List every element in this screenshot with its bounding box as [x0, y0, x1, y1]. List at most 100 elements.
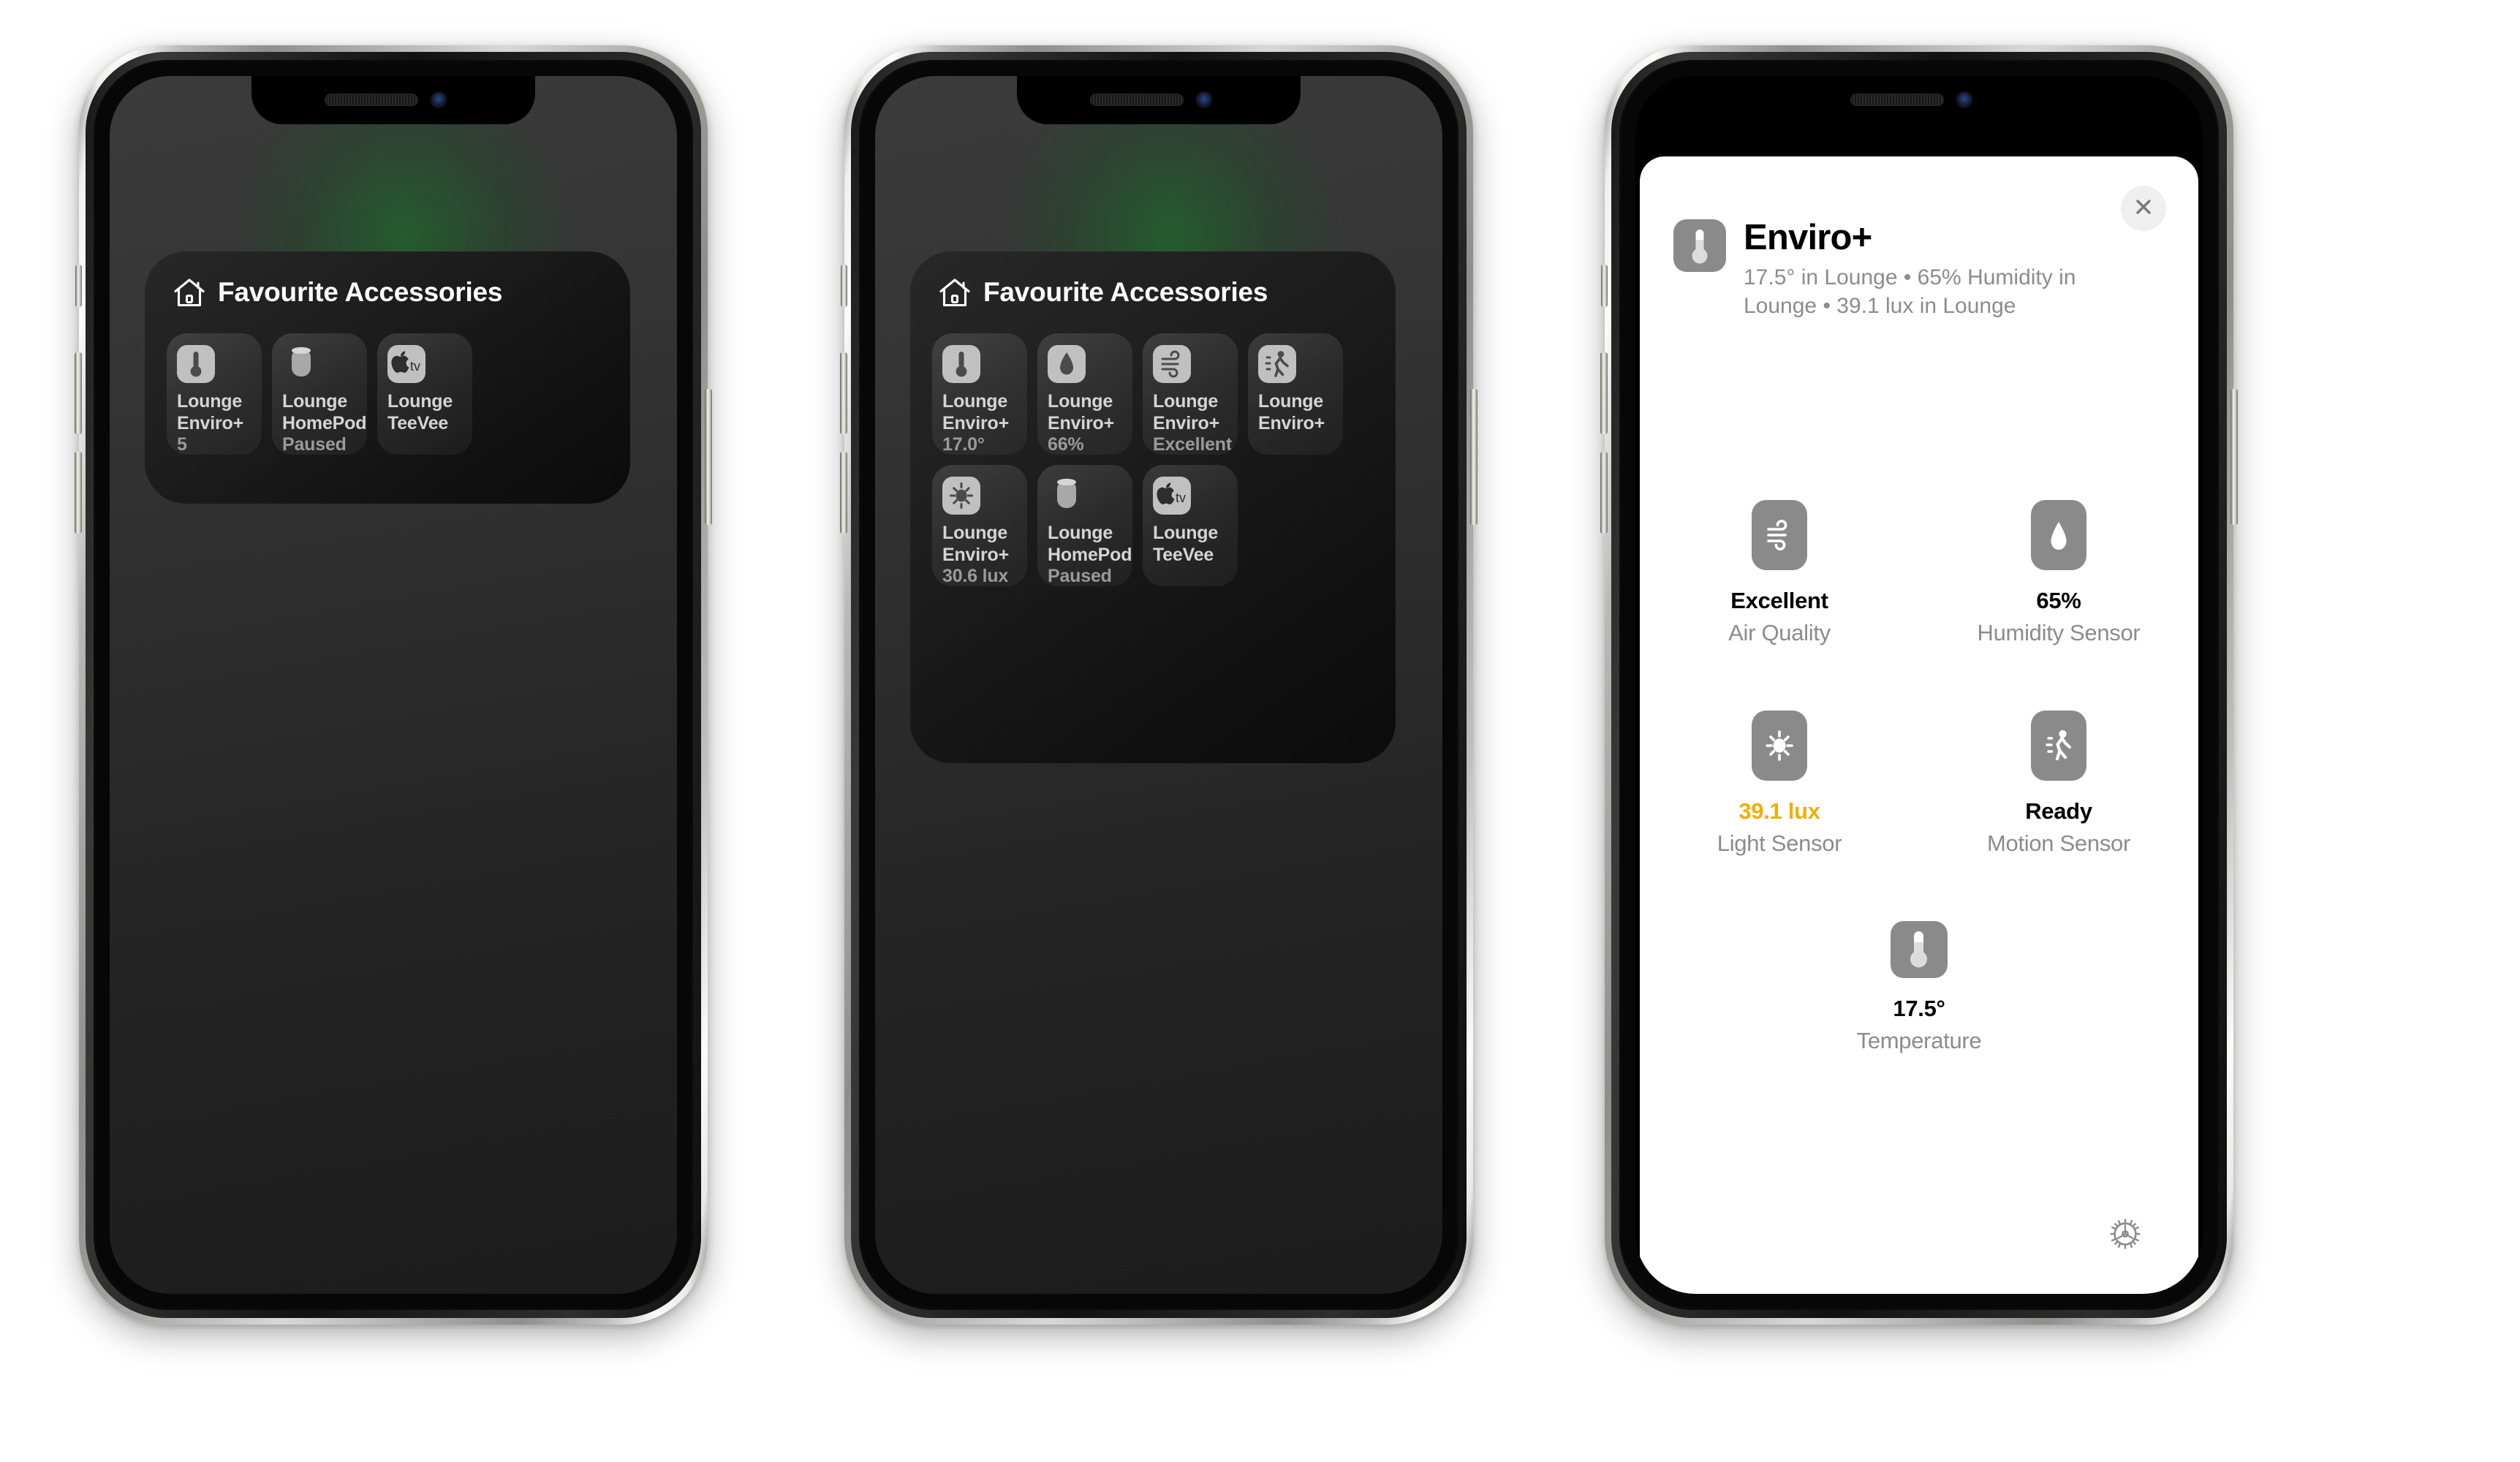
humidity-icon — [1048, 345, 1086, 383]
favourite-accessories-widget[interactable]: Favourite Accessories Lounge Enviro+ 5 L… — [145, 251, 630, 504]
svg-text:tv: tv — [410, 359, 420, 374]
accessory-tile[interactable]: Lounge Enviro+ Excellent — [1143, 333, 1238, 455]
accessory-tile-text: Lounge Enviro+ 5 Sensors — [177, 391, 251, 455]
sensor-value: 39.1 lux — [1738, 798, 1820, 824]
gear-icon — [2106, 1219, 2144, 1256]
power-button[interactable] — [1470, 389, 1477, 525]
settings-button[interactable] — [2106, 1215, 2144, 1253]
sensor-label: Light Sensor — [1717, 830, 1842, 856]
light-icon — [1752, 711, 1807, 781]
motion-icon — [2031, 711, 2086, 781]
front-camera-icon — [1195, 91, 1213, 108]
accessory-tile[interactable]: Lounge Enviro+ 5 Sensors — [167, 333, 262, 455]
accessory-tile-text: Lounge HomePod Paused — [1048, 523, 1132, 586]
power-button[interactable] — [2230, 389, 2238, 525]
motion-icon — [1258, 345, 1296, 383]
accessory-tile[interactable]: Lounge Enviro+ 17.0° — [932, 333, 1027, 455]
volume-down-button[interactable] — [1600, 452, 1608, 534]
volume-up-button[interactable] — [1600, 352, 1608, 434]
sensor-tile-motion[interactable]: Ready Motion Sensor — [1919, 711, 2198, 857]
accessory-tile[interactable]: Lounge HomePod Paused — [1037, 465, 1132, 586]
accessory-tile[interactable]: tv Lounge TeeVee — [1143, 465, 1238, 586]
accessory-name: Lounge Enviro+ — [177, 391, 243, 433]
humidity-icon — [2031, 500, 2086, 570]
accessory-name: Lounge Enviro+ — [942, 523, 1009, 565]
thermometer-icon — [1673, 219, 1726, 272]
accessory-tile-text: Lounge Enviro+ — [1258, 391, 1333, 434]
volume-up-button[interactable] — [75, 352, 82, 434]
accessory-tile-text: Lounge TeeVee — [1153, 523, 1227, 566]
sensor-tile-temperature[interactable]: 17.5° Temperature — [1640, 921, 2198, 1054]
accessory-name: Lounge HomePod — [282, 391, 367, 433]
mute-switch[interactable] — [75, 265, 82, 307]
accessory-state: Paused — [282, 434, 347, 455]
sensor-value: 65% — [2036, 588, 2081, 613]
accessory-name: Lounge Enviro+ — [942, 391, 1009, 433]
earpiece-speaker-icon — [1850, 94, 1944, 106]
accessory-tile-text: Lounge Enviro+ 30.6 lux — [942, 523, 1017, 586]
accessory-header: Enviro+ 17.5° in Lounge • 65% Humidity i… — [1640, 156, 2198, 320]
accessory-detail-sheet: Enviro+ 17.5° in Lounge • 65% Humidity i… — [1640, 156, 2198, 1294]
earpiece-speaker-icon — [325, 94, 418, 106]
front-camera-icon — [1956, 91, 1973, 108]
thermometer-icon — [942, 345, 980, 383]
thermometer-icon — [177, 345, 215, 383]
sensor-label: Motion Sensor — [1987, 830, 2130, 856]
phone-large-widget: Favourite Accessories Lounge Enviro+ 17.… — [840, 45, 1477, 1325]
accessory-name: Lounge TeeVee — [1153, 523, 1219, 565]
display-notch — [1777, 76, 2061, 124]
sensor-value: Ready — [2025, 798, 2092, 824]
accessory-tile-grid: Lounge Enviro+ 5 Sensors Lounge H — [167, 333, 608, 455]
widget-header: Favourite Accessories — [167, 276, 608, 308]
apple-tv-icon: tv — [387, 345, 425, 383]
accessory-state: 30.6 lux — [942, 566, 1009, 586]
accessory-tile[interactable]: tv Lounge TeeVee — [377, 333, 472, 455]
sensor-tile-humidity[interactable]: 65% Humidity Sensor — [1919, 500, 2198, 646]
phone-accessory-detail: Enviro+ 17.5° in Lounge • 65% Humidity i… — [1600, 45, 2238, 1325]
home-icon — [173, 276, 206, 308]
accessory-tile[interactable]: Lounge Enviro+ 30.6 lux — [932, 465, 1027, 586]
front-camera-icon — [430, 91, 447, 108]
accessory-header-text: Enviro+ 17.5° in Lounge • 65% Humidity i… — [1744, 219, 2124, 320]
accessory-state: 66% — [1048, 434, 1084, 455]
favourite-accessories-widget[interactable]: Favourite Accessories Lounge Enviro+ 17.… — [910, 251, 1396, 763]
mute-switch[interactable] — [841, 265, 847, 307]
widget-header: Favourite Accessories — [932, 276, 1374, 308]
accessory-name: Lounge Enviro+ — [1048, 391, 1114, 433]
sensor-value: Excellent — [1730, 588, 1828, 613]
apple-tv-icon: tv — [1153, 477, 1191, 515]
homepod-icon — [282, 345, 320, 383]
close-button[interactable] — [2121, 186, 2166, 231]
thermometer-icon — [1891, 921, 1948, 978]
accessory-tile-text: Lounge TeeVee — [387, 391, 462, 434]
accessory-state: Excellent — [1153, 434, 1232, 455]
accessory-state: Paused — [1048, 566, 1112, 586]
display-notch — [251, 76, 535, 124]
phone-screen: Favourite Accessories Lounge Enviro+ 17.… — [875, 76, 1442, 1294]
volume-down-button[interactable] — [840, 452, 847, 534]
mute-switch[interactable] — [1601, 265, 1608, 307]
accessory-tile[interactable]: Lounge Enviro+ — [1248, 333, 1343, 455]
accessory-name: Lounge Enviro+ — [1258, 391, 1325, 433]
sensor-grid: Excellent Air Quality 65% Humidity Senso… — [1640, 500, 2198, 1054]
accessory-state: 17.0° — [942, 434, 985, 455]
display-notch — [1017, 76, 1301, 124]
homepod-icon — [1048, 477, 1086, 515]
sensor-tile-air-quality[interactable]: Excellent Air Quality — [1640, 500, 1919, 646]
volume-down-button[interactable] — [75, 452, 82, 534]
air-quality-icon — [1752, 500, 1807, 570]
accessory-tile-text: Lounge Enviro+ 66% — [1048, 391, 1122, 455]
accessory-state: 5 Sensors — [177, 434, 187, 455]
air-quality-icon — [1153, 345, 1191, 383]
sensor-tile-light[interactable]: 39.1 lux Light Sensor — [1640, 711, 1919, 857]
accessory-tile[interactable]: Lounge HomePod Paused — [272, 333, 367, 455]
accessory-tile[interactable]: Lounge Enviro+ 66% — [1037, 333, 1132, 455]
volume-up-button[interactable] — [840, 352, 847, 434]
screenshot-canvas: Favourite Accessories Lounge Enviro+ 5 L… — [0, 0, 2520, 1462]
power-button[interactable] — [705, 389, 712, 525]
accessory-name: Lounge Enviro+ — [1153, 391, 1219, 433]
accessory-tile-text: Lounge HomePod Paused — [282, 391, 367, 455]
phone-screen: Enviro+ 17.5° in Lounge • 65% Humidity i… — [1635, 76, 2203, 1294]
accessory-tile-text: Lounge Enviro+ Excellent — [1153, 391, 1232, 455]
close-icon — [2133, 196, 2154, 221]
